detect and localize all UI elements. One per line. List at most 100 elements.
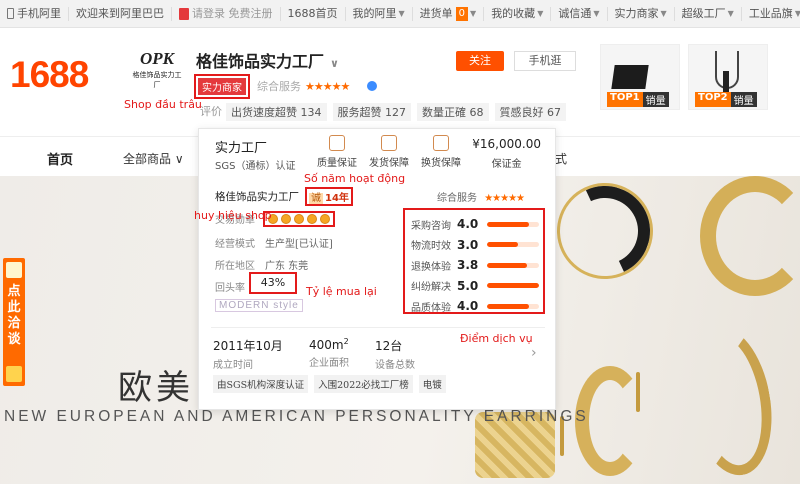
my-ali-menu[interactable]: 我的阿里 ▼ — [346, 6, 413, 21]
banner-subtitle: NEW EUROPEAN AND AMERICAN PERSONALITY EA… — [4, 408, 589, 425]
follow-button[interactable]: 关注 — [456, 51, 504, 71]
earring-image — [700, 176, 800, 296]
info-icon[interactable] — [367, 81, 378, 91]
earring-image — [677, 320, 783, 482]
favorites-menu[interactable]: 我的收藏 ▼ — [484, 6, 552, 21]
medal-icon — [320, 214, 330, 224]
top-products: TOP1 销量 TOP2 销量 — [600, 44, 768, 110]
eval-label: 评价 — [200, 105, 222, 118]
nav-home[interactable]: 首页 — [47, 149, 73, 168]
nav-item-partial[interactable]: 式 — [555, 150, 567, 167]
banner-headline: 欧美 — [118, 368, 194, 408]
eval-chip[interactable]: 服务超赞 127 — [332, 103, 411, 121]
eval-chip[interactable]: 質感良好 67 — [494, 103, 566, 121]
consult-text: 点此洽谈 — [7, 284, 21, 347]
annotation-repurchase-rate: Tỷ lệ mua lại — [306, 285, 377, 298]
eval-chip[interactable]: 数量正確 68 — [417, 103, 489, 121]
equipment-stat: 12台 设备总数 — [375, 339, 415, 371]
phone-icon — [7, 8, 14, 19]
exchange-guarantee[interactable]: 换货保障 — [415, 135, 467, 169]
site-logo[interactable]: 1688 — [10, 54, 89, 96]
score-bar — [487, 262, 539, 268]
top-product-card[interactable]: TOP1 销量 — [600, 44, 680, 110]
annotation-years-active: Số năm hoạt động — [304, 172, 406, 185]
chevron-down-icon: ▼ — [795, 7, 800, 21]
strength-merchant-menu[interactable]: 实力商家 ▼ — [608, 6, 675, 21]
annotation-shop-badge: huy hiệu shop — [194, 209, 272, 222]
factory-tag[interactable]: 由SGS机构深度认证 — [213, 375, 309, 393]
service-scores: 采购咨询 4.0 物流时效 3.0 退换体验 3.8 纠纷解决 5.0 品质体验 4.0 — [403, 208, 545, 314]
modern-style-logo: MODERN style — [215, 299, 303, 312]
strength-merchant-badge[interactable]: 实力商家 — [194, 74, 250, 99]
mobile-site-link[interactable]: 手机阿里 — [0, 6, 69, 21]
consult-sidebar-button[interactable]: 点此洽谈 — [3, 258, 25, 386]
chevron-down-icon: ▼ — [470, 8, 477, 18]
card-composite-service: 综合服务 ★★★★★ — [437, 193, 525, 204]
earring-pin — [636, 372, 640, 412]
nav-all-products[interactable]: 全部商品 ∨ — [123, 150, 184, 167]
shipping-icon — [381, 135, 397, 151]
shop-logo[interactable]: OPK 格佳饰品实力工厂 — [132, 48, 182, 90]
chevron-down-icon: ▼ — [660, 8, 667, 18]
factory-tag[interactable]: 入围2022必找工厂榜 — [314, 375, 413, 393]
score-bar — [487, 303, 539, 309]
top-product-card[interactable]: TOP2 销量 — [688, 44, 768, 110]
medal-icon — [307, 214, 317, 224]
business-mode-value: 生产型[已认证] — [265, 239, 333, 250]
register-link[interactable]: 免费注册 — [229, 7, 273, 21]
composite-service-rating: 综合服务 ★★★★★ — [257, 78, 378, 94]
repeat-rate-value: 43% — [249, 272, 297, 294]
score-row: 采购咨询 4.0 — [411, 214, 543, 235]
industry-flagship-menu[interactable]: 工业品旗▼ — [742, 7, 800, 21]
score-row: 品质体验 4.0 — [411, 296, 543, 317]
sgs-certification[interactable]: SGS（通标）认证 — [215, 157, 295, 172]
super-factory-menu[interactable]: 超级工厂 ▼ — [675, 6, 742, 21]
site-topbar: 手机阿里 欢迎来到阿里巴巴 请登录 免费注册 1688首页 我的阿里 ▼ 进货单 0… — [0, 0, 800, 28]
eval-chip[interactable]: 出货速度超赞 134 — [226, 103, 327, 121]
exchange-icon — [433, 135, 449, 151]
chevron-down-icon: ∨ — [330, 57, 339, 70]
welcome-text: 欢迎来到阿里巴巴 — [69, 6, 172, 21]
chat-icon — [6, 262, 22, 278]
score-row: 物流时效 3.0 — [411, 235, 543, 256]
purchase-list-menu[interactable]: 进货单 0 ▼ — [413, 6, 485, 21]
shop-logo-subtext: 格佳饰品实力工厂 — [132, 71, 182, 89]
founded-stat: 2011年10月 成立时间 — [213, 339, 283, 371]
login-link[interactable]: 请登录 — [192, 7, 225, 21]
mobile-shop-button[interactable]: 手机逛 — [514, 51, 576, 71]
purchase-count-badge: 0 — [455, 6, 469, 21]
login-area: 请登录 免费注册 — [172, 6, 281, 21]
trade-medals — [263, 211, 335, 227]
evaluation-row: 评价 出货速度超赞 134 服务超赞 127 数量正確 68 質感良好 67 — [200, 103, 572, 121]
company-name: 格佳饰品实力工厂 — [215, 191, 299, 203]
score-row: 纠纷解决 5.0 — [411, 276, 543, 297]
chevron-right-icon[interactable]: › — [531, 345, 537, 361]
chevron-down-icon: ▼ — [727, 8, 734, 18]
score-bar — [487, 221, 539, 227]
chevron-down-icon: ▼ — [398, 8, 405, 18]
taobao-icon — [179, 7, 189, 20]
quality-guarantee[interactable]: 质量保证 — [311, 135, 363, 169]
earring-image — [547, 176, 663, 289]
shop-name[interactable]: 格佳饰品实力工厂 ∨ — [196, 48, 339, 72]
shop-logo-mark: OPK — [140, 49, 174, 68]
score-row: 退换体验 3.8 — [411, 255, 543, 276]
rank-label: 销量 — [730, 92, 757, 107]
factory-tag[interactable]: 电镀 — [418, 375, 446, 393]
divider — [211, 327, 545, 328]
annotation-shop-level: Shop đầu trâu — [124, 98, 202, 111]
rank-label: 销量 — [642, 92, 669, 107]
annotation-service-score: Điểm dịch vụ — [460, 332, 533, 345]
home-link[interactable]: 1688首页 — [281, 6, 346, 21]
chevron-down-icon: ▼ — [537, 8, 544, 18]
chevron-down-icon: ∨ — [174, 152, 184, 166]
trust-icon: 诚 — [309, 193, 323, 204]
shipping-guarantee[interactable]: 发货保障 — [363, 135, 415, 169]
trust-menu[interactable]: 诚信通 ▼ — [551, 6, 608, 21]
deposit-label: 保证金 — [491, 159, 522, 170]
deposit[interactable]: ¥16,000.00 保证金 — [472, 137, 541, 170]
score-bar — [487, 283, 539, 289]
medal-icon — [294, 214, 304, 224]
star-rating: ★★★★★ — [484, 193, 525, 204]
area-stat: 400m2 企业面积 — [309, 337, 349, 369]
